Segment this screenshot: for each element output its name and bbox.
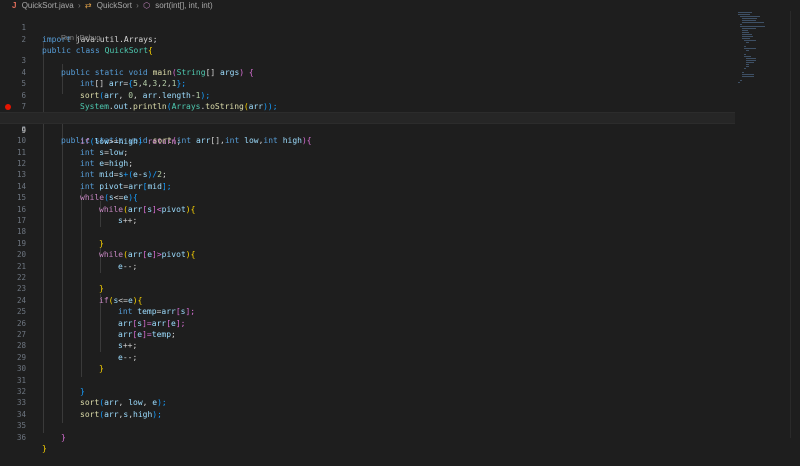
code-line[interactable]: 3 public static void main(String[] args)… (0, 44, 735, 76)
minimap-line (746, 62, 754, 63)
code-text: } (61, 432, 66, 442)
code-line[interactable]: 6 System.out.println(Arrays.toString(arr… (0, 78, 735, 111)
minimap-line (746, 50, 749, 51)
minimap-line (744, 54, 746, 55)
line-number: 36 (16, 432, 26, 442)
codelens-separator: | (75, 35, 78, 42)
minimap-line (742, 74, 754, 75)
code-line[interactable]: 5 sort(arr, 0, arr.length-1); (0, 67, 735, 99)
minimap-line (746, 58, 756, 59)
vertical-scrollbar[interactable] (790, 11, 800, 438)
breadcrumb: J QuickSort.java › ⇄ QuickSort › ⬡ sort(… (0, 0, 800, 11)
run-codelens[interactable]: Run (61, 35, 74, 42)
code-line[interactable]: 8 public static void sort(int arr[],int … (0, 101, 735, 145)
breadcrumb-method[interactable]: sort(int[], int, int) (155, 0, 212, 11)
minimap-line (738, 14, 750, 15)
minimap-line (742, 30, 748, 31)
code-line[interactable]: 23 if(s<=e){ (0, 272, 735, 304)
code-line[interactable]: 33 sort(arr,s,high); (0, 386, 735, 418)
chevron-right-icon: › (77, 1, 81, 10)
minimap-line (742, 36, 753, 37)
codelens: Run | Debug (61, 34, 100, 44)
code-line[interactable]: 16 s++; (0, 192, 735, 225)
code-line[interactable]: 15 while(arr[s]<pivot){ (0, 181, 735, 213)
code-line[interactable]: 30 (0, 352, 735, 373)
breakpoint-icon[interactable] (5, 103, 11, 110)
code-line[interactable]: 17 (0, 204, 735, 225)
code-line[interactable]: 29 } (0, 340, 735, 373)
java-file-icon: J (12, 1, 17, 10)
code-line[interactable]: 12 int mid=s+(e-s)/2; (0, 147, 735, 179)
code-line[interactable]: 32 sort(arr, low, e); (0, 375, 735, 407)
code-line[interactable]: 18 } (0, 215, 735, 247)
minimap-line (744, 40, 756, 41)
minimap-line (744, 56, 751, 57)
minimap-line (742, 38, 750, 39)
code-line[interactable]: 34 (0, 397, 735, 419)
minimap-line (742, 76, 754, 77)
code-line[interactable]: 1 import java.util.Arrays; (0, 11, 735, 43)
code-line[interactable]: 21 (0, 249, 735, 271)
class-icon: ⇄ (84, 1, 92, 10)
minimap[interactable] (735, 11, 790, 438)
minimap-line (746, 64, 749, 65)
code-line[interactable]: 11 int e=high; (0, 135, 735, 168)
code-line[interactable]: 22 } (0, 261, 735, 293)
breadcrumb-class[interactable]: QuickSort (97, 0, 132, 11)
code-line[interactable]: 19 while(arr[e]>pivot){ (0, 226, 735, 259)
minimap-line (740, 16, 760, 17)
minimap-line (742, 32, 749, 33)
minimap-line (746, 42, 749, 43)
minimap-line (744, 46, 746, 47)
code-line[interactable]: 2 public class QuickSort{ (0, 22, 735, 55)
code-line[interactable]: 20 e--; (0, 238, 735, 270)
minimap-line (744, 68, 746, 69)
code-line[interactable]: 35 } (0, 409, 735, 441)
minimap-line (738, 82, 740, 83)
code-line[interactable]: 36 } (0, 420, 735, 453)
minimap-line (740, 26, 765, 27)
code-line[interactable]: 25 arr[s]=arr[e]; (0, 295, 735, 327)
code-editor[interactable]: 1 import java.util.Arrays; 2 public clas… (0, 11, 735, 453)
chevron-right-icon: › (136, 1, 139, 10)
code-line[interactable]: 10 int s=low; (0, 124, 735, 156)
code-line[interactable]: 13 int pivot=arr[mid]; (0, 158, 735, 190)
minimap-line (746, 66, 749, 67)
code-line[interactable]: 7 } (0, 90, 735, 122)
code-line[interactable]: 31 } (0, 363, 735, 396)
minimap-line (742, 20, 756, 21)
minimap-line (740, 24, 742, 25)
minimap-line (740, 80, 742, 81)
code-line[interactable]: 26 arr[e]=temp; (0, 306, 735, 339)
minimap-line (742, 28, 756, 29)
code-line[interactable]: 24 int temp=arr[s]; (0, 283, 735, 316)
debug-codelens[interactable]: Debug (80, 35, 101, 42)
minimap-line (742, 22, 764, 23)
code-line[interactable]: 27 s++; (0, 318, 735, 350)
code-text: } (42, 444, 47, 453)
minimap-line (738, 12, 752, 13)
code-line[interactable]: 28 e--; (0, 329, 735, 361)
minimap-line (742, 72, 744, 73)
minimap-line (744, 48, 756, 49)
minimap-line (742, 34, 752, 35)
code-line[interactable]: 4 int[] arr={5,4,3,2,1}; (0, 55, 735, 88)
minimap-line (746, 60, 756, 61)
method-icon: ⬡ (143, 1, 151, 10)
breadcrumb-file[interactable]: QuickSort.java (22, 0, 74, 11)
code-line[interactable]: 14 while(s<=e){ (0, 169, 735, 202)
code-line-current[interactable]: 9 if(low>=high) return; (0, 112, 735, 146)
minimap-line (742, 18, 757, 19)
